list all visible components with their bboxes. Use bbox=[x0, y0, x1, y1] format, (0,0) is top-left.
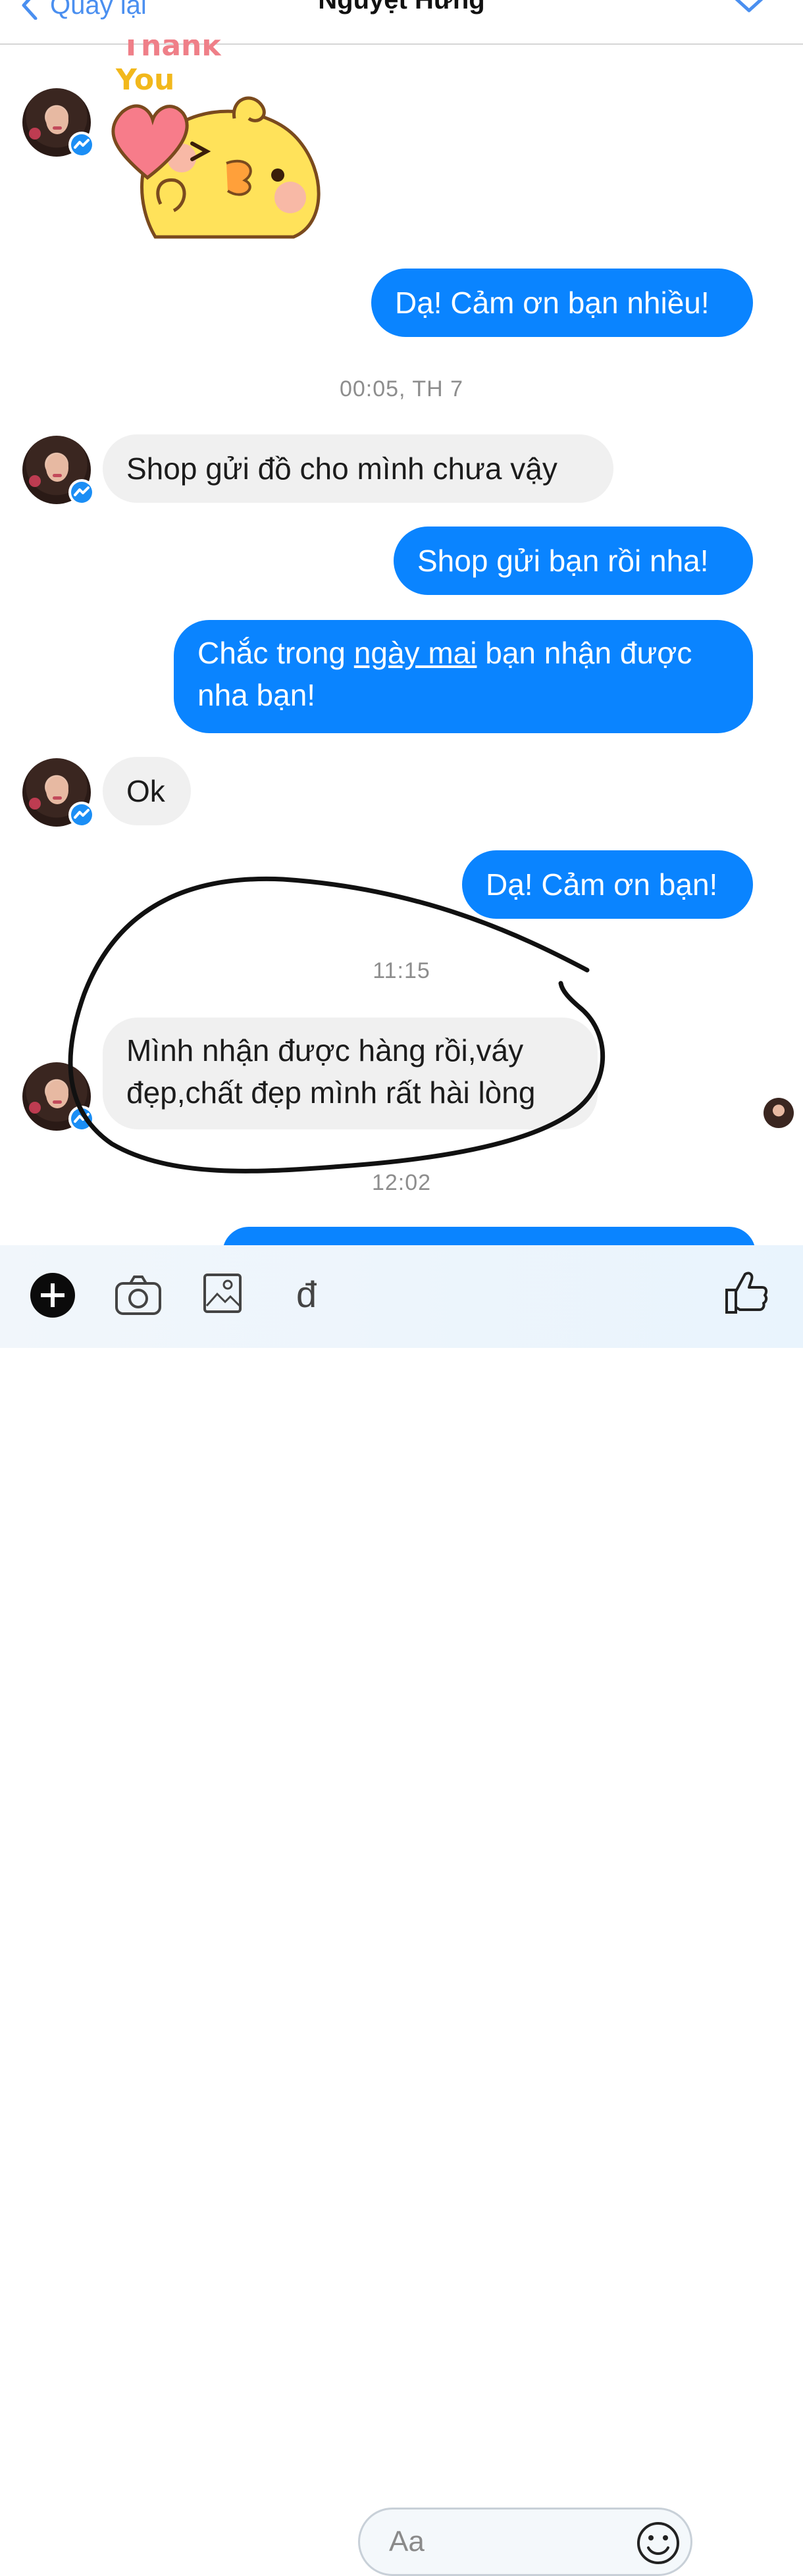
message-input[interactable]: Aa bbox=[358, 2508, 692, 2576]
camera-icon[interactable] bbox=[115, 1274, 162, 1316]
plus-icon[interactable] bbox=[29, 1272, 76, 1319]
hand-drawn-circle-annotation bbox=[68, 876, 606, 1173]
dong-icon[interactable]: đ bbox=[296, 1273, 317, 1316]
image-icon[interactable] bbox=[203, 1273, 242, 1315]
smiley-icon[interactable] bbox=[636, 2521, 680, 2565]
message-input-placeholder: Aa bbox=[389, 2525, 425, 2558]
thumbs-up-icon[interactable] bbox=[724, 1269, 769, 1315]
composer-bar: đ Aa bbox=[0, 1245, 803, 2576]
